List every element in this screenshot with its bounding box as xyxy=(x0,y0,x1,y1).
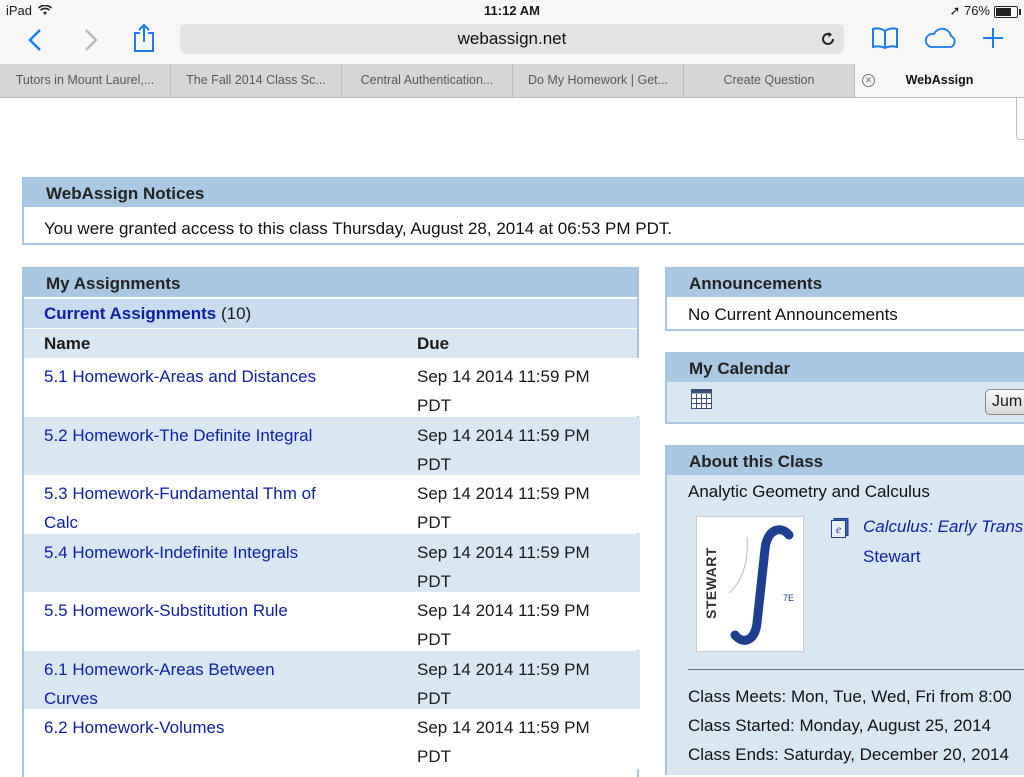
tab-create-question[interactable]: Create Question xyxy=(684,64,855,97)
bookmarks-icon[interactable] xyxy=(871,26,899,50)
about-panel: About this Class Analytic Geometry and C… xyxy=(665,445,1024,775)
table-row: 5.1 Homework-Areas and Distances Sep 14 … xyxy=(24,358,640,416)
due-tz: PDT xyxy=(417,747,451,766)
due-tz: PDT xyxy=(417,572,451,591)
url-text: webassign.net xyxy=(457,29,567,48)
book-cover-image[interactable]: STEWART 7E xyxy=(696,516,804,652)
due-date: Sep 14 2014 11:59 PM xyxy=(417,367,590,386)
class-name: Analytic Geometry and Calculus xyxy=(688,482,930,501)
notices-text: You were granted access to this class Th… xyxy=(44,219,673,238)
assignment-link[interactable]: 5.1 Homework-Areas and Distances xyxy=(44,367,316,386)
due-tz: PDT xyxy=(417,455,451,474)
due-date: Sep 14 2014 11:59 PM xyxy=(417,601,590,620)
battery-icon xyxy=(994,6,1021,18)
due-date: Sep 14 2014 11:59 PM xyxy=(417,484,590,503)
assignments-count: (10) xyxy=(220,304,252,323)
battery-percent: ➚ 76% xyxy=(949,3,990,18)
back-icon[interactable] xyxy=(26,28,44,52)
table-row: 5.5 Homework-Substitution Rule Sep 14 20… xyxy=(24,592,640,650)
browser-toolbar: webassign.net xyxy=(0,22,1024,64)
address-bar[interactable]: webassign.net xyxy=(180,24,844,54)
status-time: 11:12 AM xyxy=(484,3,540,18)
location-arrow-icon: ➚ xyxy=(949,3,961,18)
jump-button[interactable]: Jum xyxy=(985,389,1024,415)
partial-widget xyxy=(1016,97,1024,140)
tab-webassign[interactable]: WebAssign xyxy=(855,64,1024,97)
due-date: Sep 14 2014 11:59 PM xyxy=(417,718,590,737)
assignment-link[interactable]: 6.1 Homework-Areas Between Curves xyxy=(44,660,275,708)
book-title-link[interactable]: Calculus: Early Trans xyxy=(863,517,1023,537)
close-tab-icon[interactable]: ✕ xyxy=(862,74,875,87)
new-tab-icon[interactable] xyxy=(982,27,1004,49)
class-started: Class Started: Monday, August 25, 2014 xyxy=(688,716,992,735)
tab-bar: Tutors in Mount Laurel,... The Fall 2014… xyxy=(0,64,1024,98)
svg-text:e: e xyxy=(836,522,842,536)
due-date: Sep 14 2014 11:59 PM xyxy=(417,660,590,679)
reload-icon[interactable] xyxy=(820,31,836,47)
tab-tutors[interactable]: Tutors in Mount Laurel,... xyxy=(0,64,171,97)
due-date: Sep 14 2014 11:59 PM xyxy=(417,426,590,445)
book-cover-author: STEWART xyxy=(703,547,719,619)
table-row: 5.2 Homework-The Definite Integral Sep 1… xyxy=(24,417,640,475)
announcements-text: No Current Announcements xyxy=(688,305,898,324)
notices-panel: WebAssign Notices You were granted acces… xyxy=(22,177,1024,245)
book-author-link[interactable]: Stewart xyxy=(863,547,921,567)
table-header: Name Due xyxy=(24,329,637,358)
status-bar: iPad 11:12 AM ➚ 76% xyxy=(0,0,1024,22)
tab-fall-schedule[interactable]: The Fall 2014 Class Sc... xyxy=(171,64,342,97)
ebook-icon[interactable]: e xyxy=(831,518,849,538)
assignment-link[interactable]: 5.4 Homework-Indefinite Integrals xyxy=(44,543,298,562)
divider xyxy=(688,669,1024,670)
current-assignments-bar: Current Assignments (10) xyxy=(24,299,637,328)
assignment-link[interactable]: 5.5 Homework-Substitution Rule xyxy=(44,601,288,620)
calendar-title: My Calendar xyxy=(667,354,1024,382)
integral-sign-icon xyxy=(728,525,794,645)
announcements-panel: Announcements No Current Announcements xyxy=(665,267,1024,331)
table-row: 6.1 Homework-Areas Between Curves Sep 14 … xyxy=(24,651,640,709)
class-meets: Class Meets: Mon, Tue, Wed, Fri from 8:0… xyxy=(688,687,1012,706)
calendar-panel: My Calendar Jum xyxy=(665,352,1024,424)
assignments-title: My Assignments xyxy=(24,269,637,297)
assignments-panel: My Assignments Current Assignments (10) … xyxy=(22,267,640,777)
assignment-link[interactable]: 6.2 Homework-Volumes xyxy=(44,718,224,737)
table-row: 6.2 Homework-Volumes Sep 14 2014 11:59 P… xyxy=(24,709,640,769)
table-row: 5.3 Homework-Fundamental Thm of Calc Sep … xyxy=(24,475,640,533)
tab-webassign-label: WebAssign xyxy=(905,73,974,87)
tab-do-my-homework[interactable]: Do My Homework | Get... xyxy=(513,64,684,97)
table-row: 5.4 Homework-Indefinite Integrals Sep 14… xyxy=(24,534,640,592)
class-ends: Class Ends: Saturday, December 20, 2014 xyxy=(688,745,1009,764)
forward-icon[interactable] xyxy=(82,28,100,52)
notices-title: WebAssign Notices xyxy=(24,179,1024,207)
tab-central-auth[interactable]: Central Authentication... xyxy=(342,64,513,97)
due-tz: PDT xyxy=(417,513,451,532)
current-assignments-link[interactable]: Current Assignments xyxy=(44,304,216,323)
due-date: Sep 14 2014 11:59 PM xyxy=(417,543,590,562)
assignment-link[interactable]: 5.2 Homework-The Definite Integral xyxy=(44,426,312,445)
about-title: About this Class xyxy=(667,447,1024,475)
calendar-icon[interactable] xyxy=(691,389,712,409)
icloud-tabs-icon[interactable] xyxy=(923,27,959,49)
announcements-title: Announcements xyxy=(667,269,1024,297)
due-tz: PDT xyxy=(417,396,451,415)
due-tz: PDT xyxy=(417,689,451,708)
assignment-link[interactable]: 5.3 Homework-Fundamental Thm of Calc xyxy=(44,484,316,532)
col-due-header: Due xyxy=(417,334,450,353)
due-tz: PDT xyxy=(417,630,451,649)
col-name-header: Name xyxy=(44,334,91,353)
book-edition: 7E xyxy=(783,593,795,603)
share-icon[interactable] xyxy=(132,23,156,53)
